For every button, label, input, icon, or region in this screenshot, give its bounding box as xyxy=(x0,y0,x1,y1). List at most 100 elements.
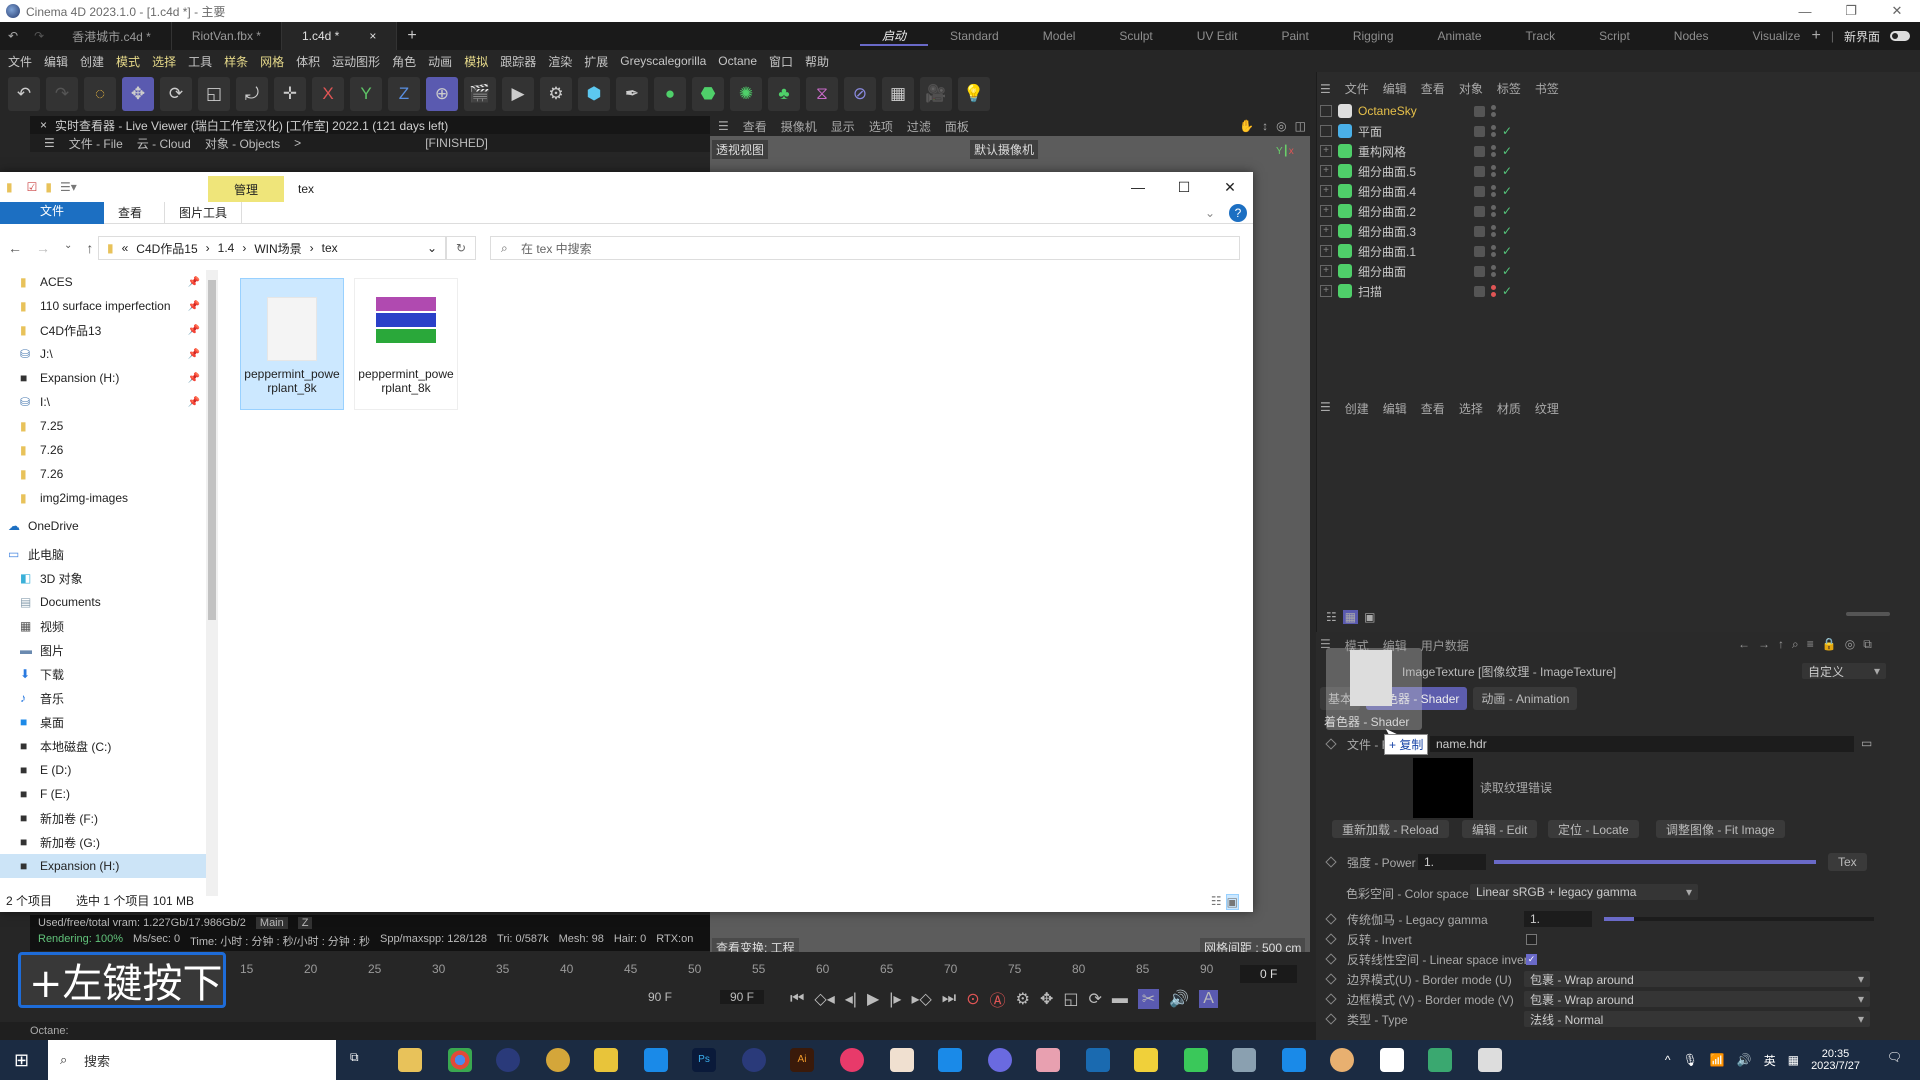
dolly-icon[interactable]: ↕ xyxy=(1262,119,1268,133)
vp-menu-camera[interactable]: 摄像机 xyxy=(781,118,817,135)
menu-item[interactable]: Octane xyxy=(718,54,757,68)
viewport-camera-label[interactable]: 默认摄像机 xyxy=(970,140,1039,159)
transform-tool-icon[interactable]: ⤾ xyxy=(236,77,268,111)
pen-spline-icon[interactable]: ✒ xyxy=(616,77,648,111)
breadcrumb-separator[interactable]: › xyxy=(310,241,314,255)
chrome-taskbar-icon[interactable] xyxy=(448,1048,472,1072)
nav-item[interactable]: ■ 新加卷 (G:) xyxy=(0,830,218,854)
keyframe-diamond-icon[interactable] xyxy=(1325,973,1337,985)
expand-toggle-icon[interactable] xyxy=(1320,105,1332,117)
lv-menu-file[interactable]: 文件 - File xyxy=(69,135,123,152)
expand-toggle-icon[interactable]: + xyxy=(1320,285,1332,297)
nav-item[interactable]: ■ Expansion (H:) 📌 xyxy=(0,366,218,390)
recent-dropdown[interactable]: ⌄ xyxy=(64,240,72,256)
maximize-button[interactable]: ❐ xyxy=(1828,0,1874,22)
menu-item[interactable]: Greyscalegorilla xyxy=(620,54,706,68)
app-taskbar-icon[interactable] xyxy=(1380,1048,1404,1072)
expand-toggle-icon[interactable]: + xyxy=(1320,225,1332,237)
end-frame-left[interactable]: 90 F xyxy=(648,990,672,1004)
layer-icon[interactable] xyxy=(1474,185,1485,197)
deformer-icon[interactable]: ⧖ xyxy=(806,77,838,111)
edge-taskbar-icon[interactable] xyxy=(644,1048,668,1072)
render-view-icon[interactable]: 🎬 xyxy=(464,77,496,111)
layout-tab[interactable]: Animate xyxy=(1416,29,1504,43)
grid-view-icon[interactable]: ▦ xyxy=(1342,610,1359,624)
redo-icon[interactable]: ↷ xyxy=(26,29,52,43)
om-menu-object[interactable]: 对象 xyxy=(1459,80,1483,97)
timeline-ruler[interactable]: 15 20 25 30 35 40 45 50 55 60 65 70 75 80 85 90 xyxy=(240,962,1220,982)
menu-item[interactable]: 选择 xyxy=(152,53,176,70)
quick-access-customize-icon[interactable]: ☰▾ xyxy=(60,180,77,194)
vp-menu-view[interactable]: 查看 xyxy=(743,118,767,135)
visibility-dots-icon[interactable] xyxy=(1491,125,1496,137)
expand-toggle-icon[interactable] xyxy=(1320,125,1332,137)
large-view-icon[interactable]: ▣ xyxy=(1364,610,1375,624)
y-axis-lock-icon[interactable]: Y xyxy=(350,77,382,111)
visibility-dots-icon[interactable] xyxy=(1491,165,1496,177)
nav-item[interactable]: ▬ 图片 xyxy=(0,638,218,662)
menu-item[interactable]: 模拟 xyxy=(464,53,488,70)
timeline-mode-icon[interactable]: A xyxy=(1199,990,1218,1008)
expand-toggle-icon[interactable]: + xyxy=(1320,145,1332,157)
render-settings-icon[interactable]: ⚙ xyxy=(540,77,572,111)
orbit-icon[interactable]: ◎ xyxy=(1276,119,1286,133)
play-icon[interactable]: ▶ xyxy=(867,989,879,1009)
mm-menu-create[interactable]: 创建 xyxy=(1345,400,1369,417)
layout-tab[interactable]: 启动 xyxy=(860,27,929,46)
object-name[interactable]: OctaneSky xyxy=(1358,104,1458,118)
expand-toggle-icon[interactable]: + xyxy=(1320,185,1332,197)
nav-item[interactable]: ▦ 视频 xyxy=(0,614,218,638)
world-coordinates-icon[interactable]: ⊕ xyxy=(426,77,458,111)
axis-tool-icon[interactable]: ✛ xyxy=(274,77,306,111)
properties-icon[interactable]: ☑ xyxy=(27,180,38,194)
layer-icon[interactable] xyxy=(1474,125,1485,137)
menu-item[interactable]: 跟踪器 xyxy=(500,53,536,70)
expand-toggle-icon[interactable]: + xyxy=(1320,165,1332,177)
om-menu-view[interactable]: 查看 xyxy=(1421,80,1445,97)
app-taskbar-icon[interactable] xyxy=(1232,1048,1256,1072)
keyframe-diamond-icon[interactable] xyxy=(1325,738,1337,750)
hamburger-icon[interactable]: ☰ xyxy=(1320,82,1331,96)
object-name[interactable]: 细分曲面.5 xyxy=(1358,163,1458,180)
gamma-field[interactable]: 1. xyxy=(1524,911,1592,927)
up-arrow-icon[interactable]: ↑ xyxy=(1778,637,1784,652)
menu-item[interactable]: 编辑 xyxy=(44,53,68,70)
menu-item[interactable]: 样条 xyxy=(224,53,248,70)
photoshop-taskbar-icon[interactable]: Ps xyxy=(692,1048,716,1072)
ribbon-tab-view[interactable]: 查看 xyxy=(104,202,156,224)
keyframe-diamond-icon[interactable] xyxy=(1325,993,1337,1005)
menu-item[interactable]: 体积 xyxy=(296,53,320,70)
nav-item[interactable]: ■ Expansion (H:) xyxy=(0,854,218,878)
address-dropdown-icon[interactable]: ⌄ xyxy=(427,241,437,255)
layer-icon[interactable] xyxy=(1474,245,1485,257)
mm-menu-material[interactable]: 材质 xyxy=(1497,400,1521,417)
go-to-start-icon[interactable]: ⏮ xyxy=(790,990,804,1008)
lock-icon[interactable]: 🔒 xyxy=(1822,637,1837,652)
app-taskbar-icon[interactable] xyxy=(890,1048,914,1072)
enabled-check-icon[interactable]: ✓ xyxy=(1502,204,1512,218)
keyframe-diamond-icon[interactable] xyxy=(1325,1013,1337,1025)
object-row[interactable]: 平面 ✓ xyxy=(1320,121,1860,141)
app-taskbar-icon[interactable] xyxy=(938,1048,962,1072)
visibility-dots-icon[interactable] xyxy=(1491,185,1496,197)
power-slider[interactable] xyxy=(1494,860,1816,864)
filter-icon[interactable]: ≡ xyxy=(1807,637,1814,652)
taskbar-search[interactable]: ⌕ 搜索 xyxy=(48,1040,336,1080)
taskbar-clock[interactable]: 20:35 2023/7/27 xyxy=(1811,1048,1860,1072)
main-tab[interactable]: Main xyxy=(255,917,288,929)
hamburger-icon[interactable]: ☰ xyxy=(718,119,729,133)
linear-invert-checkbox[interactable]: ✓ xyxy=(1526,954,1537,965)
end-frame-field[interactable]: 90 F xyxy=(720,990,765,1004)
keyframe-diamond-icon[interactable] xyxy=(1325,856,1337,868)
browse-folder-icon[interactable]: ▭ xyxy=(1861,736,1872,750)
layout-tab[interactable]: Script xyxy=(1577,29,1652,43)
undo-icon[interactable]: ↶ xyxy=(0,29,26,43)
nav-item[interactable]: ⬇ 下载 xyxy=(0,662,218,686)
app-taskbar-icon[interactable] xyxy=(1428,1048,1452,1072)
preset-dropdown[interactable]: 自定义 xyxy=(1802,663,1886,679)
explorer-maximize-button[interactable]: ☐ xyxy=(1161,172,1207,202)
tex-button[interactable]: Tex xyxy=(1828,853,1867,871)
app-taskbar-icon[interactable] xyxy=(546,1048,570,1072)
app-taskbar-icon[interactable] xyxy=(1036,1048,1060,1072)
nav-item[interactable]: ■ 新加卷 (F:) xyxy=(0,806,218,830)
